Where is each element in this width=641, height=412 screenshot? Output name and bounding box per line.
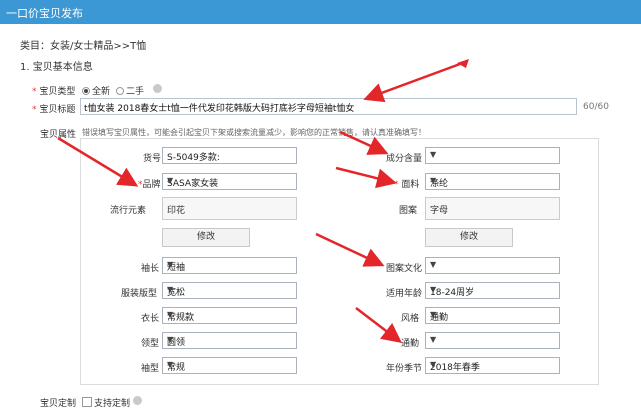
arrow-marker-title	[457, 59, 469, 68]
attr-label-length: 衣长	[141, 314, 160, 324]
title-char-counter: 60/60	[583, 102, 609, 112]
attr-label-commute: 通勤	[401, 339, 420, 349]
attr-label-age: 适用年龄	[386, 289, 423, 299]
arrow-to-title-input	[363, 62, 461, 103]
attr-select-sleeve-length[interactable]: 短袖 ▼	[162, 257, 297, 274]
chevron-down-icon: ▼	[167, 285, 174, 294]
attr-select-collar[interactable]: 圆领 ▼	[162, 332, 297, 349]
attr-label-pattern: 图案	[399, 206, 418, 216]
attr-label-collar: 领型	[141, 339, 160, 349]
radio-unchecked-icon	[116, 87, 124, 95]
category-breadcrumb: 类目：女装/女士精品>>T恤	[20, 41, 147, 52]
attr-select-season[interactable]: 2018年春季 ▼	[425, 357, 560, 374]
attr-label-season: 年份季节	[386, 364, 423, 374]
page-title: 一口价宝贝发布	[6, 7, 83, 20]
checkbox-icon	[82, 397, 92, 407]
customization-checkbox[interactable]: 支持定制	[82, 396, 130, 409]
chevron-down-icon: ▼	[430, 260, 437, 269]
attr-select-length[interactable]: 常规款 ▼	[162, 307, 297, 324]
customization-label: 宝贝定制	[40, 399, 77, 409]
attr-select-pattern-culture[interactable]: ▼	[425, 257, 560, 274]
attr-label-fit: 服装版型	[121, 289, 158, 299]
item-title-input[interactable]: t恤女装 2018春女士t恤一件代发印花韩版大码打底衫字母短袖t恤女	[80, 98, 577, 115]
attr-field-item-no[interactable]: S-5049多款:	[162, 147, 297, 164]
chevron-down-icon: ▼	[167, 260, 174, 269]
question-circle-icon[interactable]	[153, 84, 162, 95]
attributes-hint: 错误填写宝贝属性，可能会引起宝贝下架或搜索流量减少，影响您的正常销售，请认真准确…	[82, 128, 426, 137]
section-title: 1. 宝贝基本信息	[20, 62, 93, 73]
chevron-down-icon: ▼	[430, 360, 437, 369]
attr-label-item-no: 货号	[143, 154, 162, 164]
chevron-down-icon: ▼	[167, 310, 174, 319]
attr-select-style[interactable]: 通勤 ▼	[425, 307, 560, 324]
page-header: 一口价宝贝发布	[0, 0, 641, 24]
attr-label-pattern-culture: 图案文化	[386, 264, 423, 274]
attr-select-brand[interactable]: SASA家女装 ▼	[162, 173, 297, 190]
attr-select-commute[interactable]: ▼	[425, 332, 560, 349]
attr-select-composition[interactable]: ▼	[425, 147, 560, 164]
edit-trend-button[interactable]: 修改	[162, 228, 250, 247]
chevron-down-icon: ▼	[430, 150, 437, 159]
chevron-down-icon: ▼	[430, 285, 437, 294]
chevron-down-icon: ▼	[430, 176, 437, 185]
item-type-used-radio[interactable]: 二手	[116, 84, 144, 97]
item-title-label: * 宝贝标题	[32, 105, 76, 115]
attr-label-composition: 成分含量	[386, 154, 423, 164]
radio-checked-icon	[82, 87, 90, 95]
attr-label-style: 风格	[401, 314, 420, 324]
chevron-down-icon: ▼	[430, 335, 437, 344]
question-circle-icon[interactable]	[133, 396, 142, 407]
attr-label-brand: *品牌	[138, 180, 161, 190]
chevron-down-icon: ▼	[167, 360, 174, 369]
chevron-down-icon: ▼	[167, 176, 174, 185]
attr-label-fabric: * 面料	[394, 180, 420, 190]
edit-pattern-button[interactable]: 修改	[425, 228, 513, 247]
chevron-down-icon: ▼	[167, 335, 174, 344]
attr-label-trend: 流行元素	[110, 206, 147, 216]
attr-select-age[interactable]: 18-24周岁 ▼	[425, 282, 560, 299]
attr-select-fit[interactable]: 宽松 ▼	[162, 282, 297, 299]
attr-select-fabric[interactable]: 涤纶 ▼	[425, 173, 560, 190]
attr-label-sleeve-type: 袖型	[141, 364, 160, 374]
attr-tags-trend: 印花	[162, 197, 297, 220]
item-type-label: * 宝贝类型	[32, 87, 76, 97]
attr-tags-pattern: 字母	[425, 197, 560, 220]
attr-select-sleeve-type[interactable]: 常规 ▼	[162, 357, 297, 374]
chevron-down-icon: ▼	[430, 310, 437, 319]
item-type-new-radio[interactable]: 全新	[82, 84, 110, 97]
attr-label-sleeve-length: 袖长	[141, 264, 160, 274]
attributes-label: 宝贝属性	[40, 130, 77, 140]
